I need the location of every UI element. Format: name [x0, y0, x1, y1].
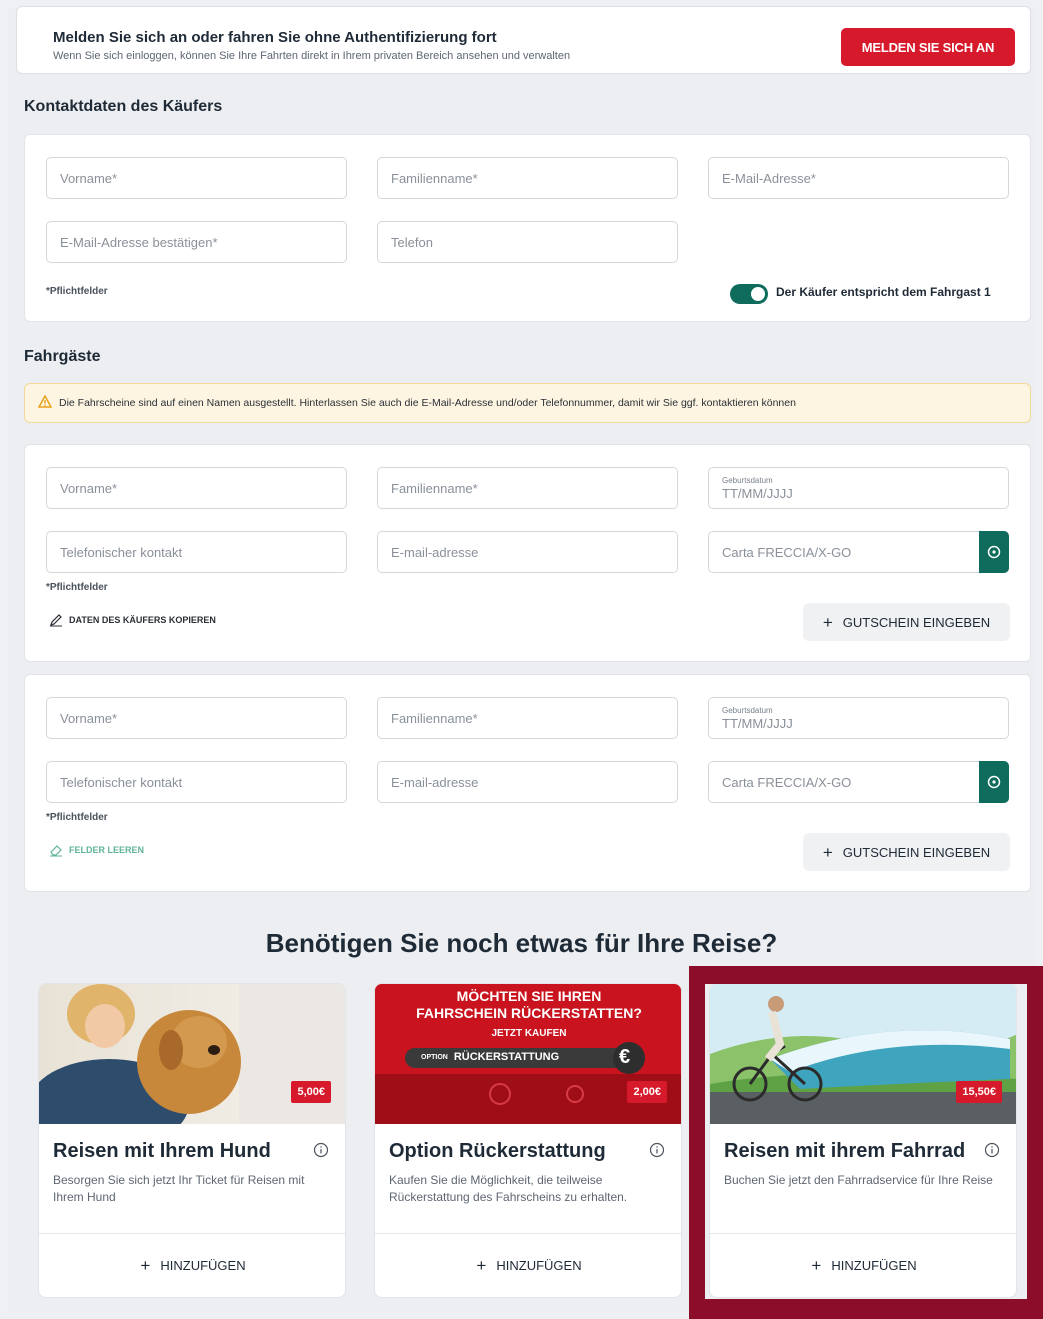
passenger-email-input[interactable]: E-mail-adresse	[377, 531, 678, 573]
passenger-lastname-input[interactable]: Familienname*	[377, 467, 678, 509]
warning-icon	[37, 394, 53, 413]
passenger-phone-input[interactable]: Telefonischer kontakt	[46, 531, 347, 573]
offer-card-dog: 5,00€ Reisen mit Ihrem Hund Besorgen Sie…	[38, 983, 346, 1298]
add-refund-button[interactable]: + HINZUFÜGEN	[375, 1246, 681, 1284]
carta-placeholder: Carta FRECCIA/X-GO	[722, 544, 852, 560]
divider	[375, 1233, 681, 1234]
offer-description: Kaufen Sie die Möglichkeit, die teilweis…	[389, 1173, 628, 1204]
info-icon[interactable]	[649, 1142, 665, 1163]
divider	[39, 1233, 345, 1234]
passenger-card-1: Vorname* Familienname* Geburtsdatum TT/M…	[24, 444, 1031, 662]
dog-offer-image: 5,00€	[39, 984, 345, 1124]
required-note: *Pflichtfelder	[46, 582, 108, 593]
login-subtitle: Wenn Sie sich einloggen, können Sie Ihre…	[53, 50, 571, 62]
plus-icon: +	[822, 612, 833, 632]
selection-highlight-frame	[689, 966, 1043, 1319]
refund-banner-refund: RÜCKERSTATTUNG	[453, 1051, 560, 1063]
offer-title: Option Rückerstattung	[389, 1140, 606, 1162]
refund-banner-line2: FAHRSCHEIN RÜCKERSTATTEN?	[416, 1005, 642, 1021]
dob-label: Geburtsdatum	[722, 705, 773, 715]
carta-info-button[interactable]	[979, 531, 1009, 573]
eraser-icon	[50, 845, 62, 857]
add-label: HINZUFÜGEN	[160, 1257, 246, 1273]
pencil-icon	[50, 614, 62, 627]
offer-card-refund: MÖCHTEN SIE IHREN FAHRSCHEIN RÜCKERSTATT…	[374, 983, 682, 1298]
offer-title: Reisen mit Ihrem Hund	[53, 1140, 271, 1162]
passenger-firstname-input[interactable]: Vorname*	[46, 467, 347, 509]
refund-banner-line1: MÖCHTEN SIE IHREN	[456, 988, 602, 1004]
passenger-card-2: Vorname* Familienname* Geburtsdatum TT/M…	[24, 674, 1031, 892]
passenger-dob-input[interactable]: Geburtsdatum TT/MM/JJJJ	[708, 697, 1009, 739]
info-circle-icon	[987, 545, 1001, 559]
refund-offer-image: MÖCHTEN SIE IHREN FAHRSCHEIN RÜCKERSTATT…	[375, 984, 681, 1124]
buyer-is-passenger-toggle[interactable]	[730, 284, 768, 304]
euro-icon: €	[619, 1046, 631, 1068]
passenger-email-input[interactable]: E-mail-adresse	[377, 761, 678, 803]
buyer-email-confirm-input[interactable]: E-Mail-Adresse bestätigen*	[46, 221, 347, 263]
passenger-carta-input[interactable]: Carta FRECCIA/X-GO	[708, 531, 1009, 573]
refund-banner-cta: JETZT KAUFEN	[491, 1028, 567, 1039]
login-button[interactable]: MELDEN SIE SICH AN	[841, 28, 1015, 66]
carta-info-button[interactable]	[979, 761, 1009, 803]
warning-text: Die Fahrscheine sind auf einen Namen aus…	[59, 397, 796, 409]
plus-icon: +	[476, 1255, 487, 1275]
buyer-card: Vorname* Familienname* E-Mail-Adresse* E…	[24, 134, 1031, 322]
passengers-section-title: Fahrgäste	[24, 348, 101, 365]
required-note: *Pflichtfelder	[46, 286, 108, 297]
passenger-phone-input[interactable]: Telefonischer kontakt	[46, 761, 347, 803]
price-badge: 5,00€	[291, 1081, 331, 1103]
copy-buyer-data-link[interactable]: DATEN DES KÄUFERS KOPIEREN	[49, 613, 216, 627]
passenger-firstname-input[interactable]: Vorname*	[46, 697, 347, 739]
info-circle-icon	[987, 775, 1001, 789]
buyer-section-title: Kontaktdaten des Käufers	[24, 98, 223, 115]
carta-placeholder: Carta FRECCIA/X-GO	[722, 774, 852, 790]
plus-icon: +	[140, 1255, 151, 1275]
passenger-warning: Die Fahrscheine sind auf einen Namen aus…	[24, 383, 1031, 423]
voucher-label: GUTSCHEIN EINGEBEN	[842, 844, 991, 860]
clear-fields-link[interactable]: FELDER LEEREN	[49, 843, 144, 857]
add-dog-button[interactable]: + HINZUFÜGEN	[39, 1246, 345, 1284]
copy-buyer-data-label: DATEN DES KÄUFERS KOPIEREN	[69, 615, 216, 625]
passenger-carta-input[interactable]: Carta FRECCIA/X-GO	[708, 761, 1009, 803]
toggle-label: Der Käufer entspricht dem Fahrgast 1	[776, 285, 991, 299]
voucher-button[interactable]: + GUTSCHEIN EINGEBEN	[803, 603, 1010, 641]
price-badge: 2,00€	[627, 1081, 667, 1103]
buyer-lastname-input[interactable]: Familienname*	[377, 157, 678, 199]
dob-placeholder: TT/MM/JJJJ	[722, 485, 793, 501]
login-title: Melden Sie sich an oder fahren Sie ohne …	[53, 29, 497, 46]
voucher-label: GUTSCHEIN EINGEBEN	[842, 614, 991, 630]
passenger-lastname-input[interactable]: Familienname*	[377, 697, 678, 739]
offer-description: Besorgen Sie sich jetzt Ihr Ticket für R…	[53, 1173, 305, 1204]
extras-headline: Benötigen Sie noch etwas für Ihre Reise?	[265, 928, 778, 958]
add-label: HINZUFÜGEN	[496, 1257, 582, 1273]
dob-placeholder: TT/MM/JJJJ	[722, 715, 793, 731]
refund-banner-option: OPTION	[421, 1053, 448, 1061]
info-icon[interactable]	[313, 1142, 329, 1163]
buyer-firstname-input[interactable]: Vorname*	[46, 157, 347, 199]
plus-icon: +	[822, 842, 833, 862]
clear-fields-label: FELDER LEEREN	[69, 845, 145, 855]
voucher-button[interactable]: + GUTSCHEIN EINGEBEN	[803, 833, 1010, 871]
passenger-dob-input[interactable]: Geburtsdatum TT/MM/JJJJ	[708, 467, 1009, 509]
dob-label: Geburtsdatum	[722, 475, 773, 485]
buyer-phone-input[interactable]: Telefon	[377, 221, 678, 263]
login-banner: Melden Sie sich an oder fahren Sie ohne …	[16, 6, 1031, 74]
buyer-email-input[interactable]: E-Mail-Adresse*	[708, 157, 1009, 199]
required-note: *Pflichtfelder	[46, 812, 108, 823]
